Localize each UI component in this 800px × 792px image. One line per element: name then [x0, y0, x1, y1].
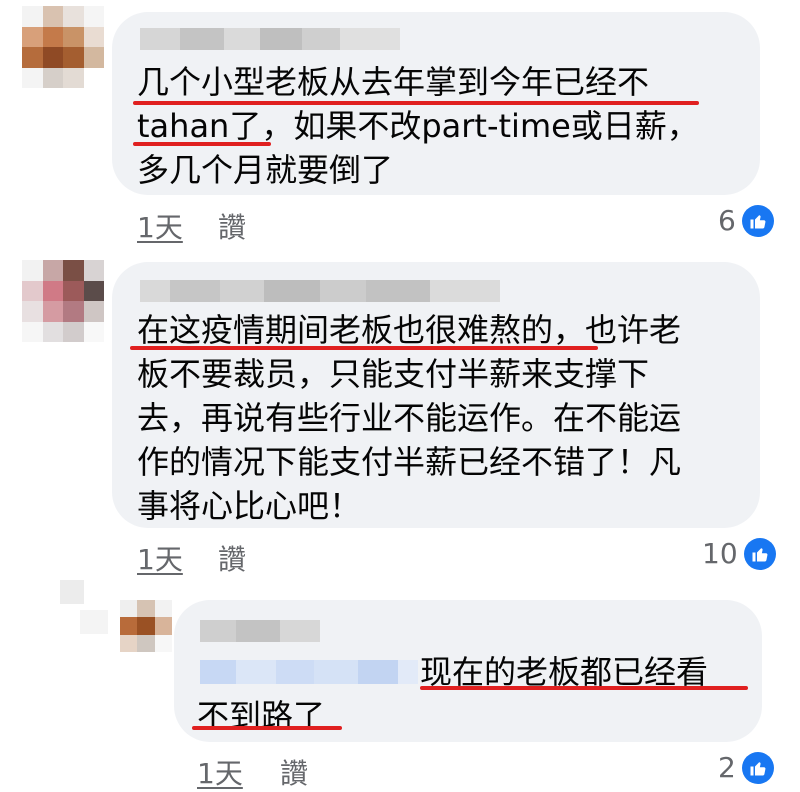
highlight-underline: [192, 726, 342, 730]
commenter-name-blurred[interactable]: [140, 280, 500, 302]
comment-line: 多几个月就要倒了: [137, 151, 394, 189]
reaction-summary[interactable]: 2: [718, 751, 774, 784]
like-thumb-icon: [741, 204, 774, 237]
reaction-count: 2: [718, 751, 736, 784]
commenter-name-blurred[interactable]: [200, 620, 320, 642]
like-button[interactable]: 讚: [280, 752, 308, 792]
highlight-underline: [133, 142, 271, 146]
like-button[interactable]: 讚: [218, 538, 246, 578]
comment-timestamp[interactable]: 1天: [137, 206, 183, 246]
reaction-summary[interactable]: 6: [718, 204, 774, 237]
comment-line: 事将心比心吧！: [137, 487, 362, 525]
comment-line: 几个小型老板从去年掌到今年已经不: [137, 63, 650, 101]
comment-line: 板不要裁员，只能支付半薪来支撑下: [137, 355, 650, 393]
like-button[interactable]: 讚: [218, 206, 246, 246]
reply-thread-line: [60, 580, 108, 644]
mention-tag-blurred[interactable]: [200, 660, 418, 684]
comment-line: 作的情况下能支付半薪已经不错了！凡: [137, 443, 682, 481]
comment-line: 去，再说有些行业不能运作。在不能运: [137, 399, 682, 437]
reaction-count: 10: [702, 537, 738, 570]
comment-timestamp[interactable]: 1天: [137, 538, 183, 578]
avatar[interactable]: [22, 260, 104, 342]
highlight-underline: [133, 101, 699, 105]
comment-line: 不到路了: [197, 697, 326, 735]
highlight-underline: [420, 686, 748, 690]
reaction-count: 6: [718, 204, 736, 237]
avatar[interactable]: [120, 600, 172, 652]
highlight-underline: [130, 346, 598, 350]
like-thumb-icon: [743, 537, 776, 570]
avatar[interactable]: [22, 6, 104, 88]
commenter-name-blurred[interactable]: [140, 28, 400, 50]
comment-timestamp[interactable]: 1天: [197, 752, 243, 792]
like-thumb-icon: [741, 751, 774, 784]
reaction-summary[interactable]: 10: [702, 537, 776, 570]
